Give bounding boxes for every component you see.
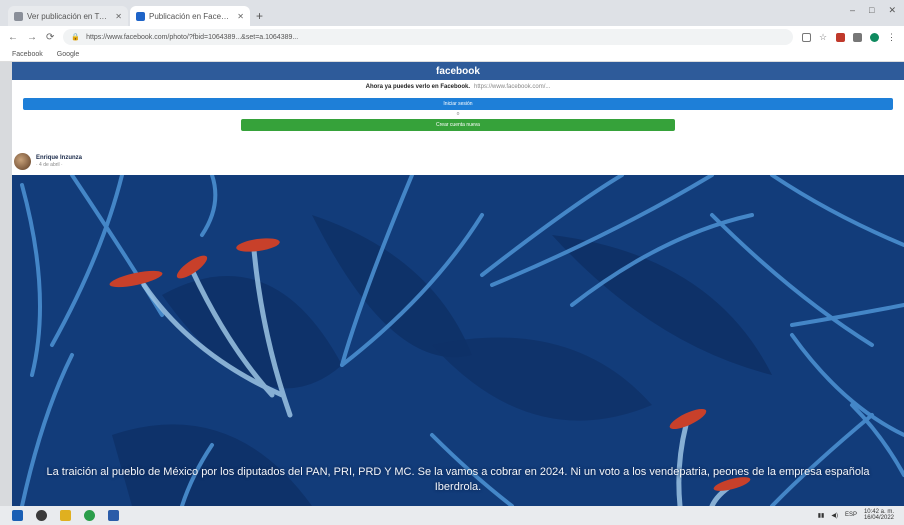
- author-avatar[interactable]: [14, 152, 31, 170]
- tab-label: Ver publicación en Twitter / X: [27, 11, 111, 21]
- file-explorer-icon[interactable]: [60, 510, 71, 521]
- star-icon[interactable]: ☆: [819, 32, 828, 42]
- back-icon[interactable]: ←: [8, 32, 18, 43]
- bookmark-facebook[interactable]: Facebook: [12, 51, 43, 58]
- bookmark-google[interactable]: Google: [57, 51, 80, 58]
- or-divider: o: [456, 111, 460, 117]
- profile-avatar-icon[interactable]: [870, 32, 879, 42]
- close-tab-icon[interactable]: ✕: [237, 12, 244, 21]
- tab-label: Publicación en Facebook: [149, 11, 234, 21]
- browser-tabstrip: Ver publicación en Twitter / X ✕ Publica…: [0, 0, 904, 26]
- lily-illustration: [20, 175, 904, 506]
- start-icon[interactable]: [12, 510, 23, 521]
- maximize-icon[interactable]: □: [869, 5, 874, 16]
- notice-text: Ahora ya puedes verlo en Facebook.: [365, 84, 470, 90]
- bookmarks-bar: Facebook Google: [0, 48, 904, 62]
- post-header: Enrique Inzunza · 4 de abril ·: [12, 150, 904, 172]
- author-name[interactable]: Enrique Inzunza: [36, 155, 82, 162]
- language-indicator[interactable]: ESP: [845, 512, 857, 518]
- lock-icon: 🔒: [71, 34, 81, 41]
- chrome-icon[interactable]: [84, 510, 95, 521]
- login-button[interactable]: Iniciar sesión: [23, 98, 893, 110]
- volume-icon[interactable]: ◀): [831, 512, 838, 519]
- close-window-icon[interactable]: ✕: [888, 5, 896, 16]
- reload-icon[interactable]: ⟳: [46, 32, 54, 43]
- facebook-favicon-icon: [136, 11, 145, 21]
- facebook-header: facebook: [12, 62, 904, 80]
- post-date[interactable]: · 4 de abril ·: [36, 162, 82, 168]
- close-tab-icon[interactable]: ✕: [115, 12, 122, 21]
- notice-link[interactable]: https://www.facebook.com/...: [474, 84, 550, 90]
- network-icon[interactable]: ▮▮: [818, 512, 825, 519]
- taskbar: ▮▮ ◀) ESP 10:42 a. m. 16/04/2022: [0, 506, 904, 525]
- new-tab-button[interactable]: +: [256, 9, 263, 23]
- forward-icon[interactable]: →: [27, 32, 37, 43]
- browser-tab-1[interactable]: Ver publicación en Twitter / X ✕: [8, 6, 128, 26]
- post-image[interactable]: La traición al pueblo de México por los …: [12, 175, 904, 506]
- search-icon[interactable]: [36, 510, 47, 521]
- word-icon[interactable]: [108, 510, 119, 521]
- clock-date: 16/04/2022: [863, 515, 894, 521]
- web-page: facebook Ahora ya puedes verlo en Facebo…: [12, 62, 904, 506]
- clock[interactable]: 10:42 a. m. 16/04/2022: [864, 509, 894, 521]
- extension-icon[interactable]: [836, 32, 845, 42]
- browser-tab-2[interactable]: Publicación en Facebook ✕: [130, 6, 250, 26]
- facebook-logo[interactable]: facebook: [436, 66, 480, 77]
- window-controls: – □ ✕: [850, 5, 896, 16]
- tab-favicon-icon: [14, 11, 23, 21]
- menu-kebab-icon[interactable]: ⋮: [887, 32, 896, 42]
- login-notice: Ahora ya puedes verlo en Facebook. https…: [12, 80, 904, 94]
- url-input[interactable]: 🔒 https://www.facebook.com/photo/?fbid=1…: [63, 29, 793, 45]
- address-bar-row: ← → ⟳ 🔒 https://www.facebook.com/photo/?…: [0, 26, 904, 48]
- post-caption: La traición al pueblo de México por los …: [46, 466, 870, 493]
- minimize-icon[interactable]: –: [850, 5, 855, 16]
- system-tray: ▮▮ ◀) ESP 10:42 a. m. 16/04/2022: [818, 509, 894, 521]
- url-text: https://www.facebook.com/photo/?fbid=106…: [86, 33, 299, 41]
- share-icon[interactable]: [802, 32, 811, 42]
- create-account-button[interactable]: Crear cuenta nueva: [241, 119, 675, 131]
- puzzle-icon[interactable]: [853, 32, 862, 42]
- extensions-area: ☆ ⋮: [802, 32, 896, 42]
